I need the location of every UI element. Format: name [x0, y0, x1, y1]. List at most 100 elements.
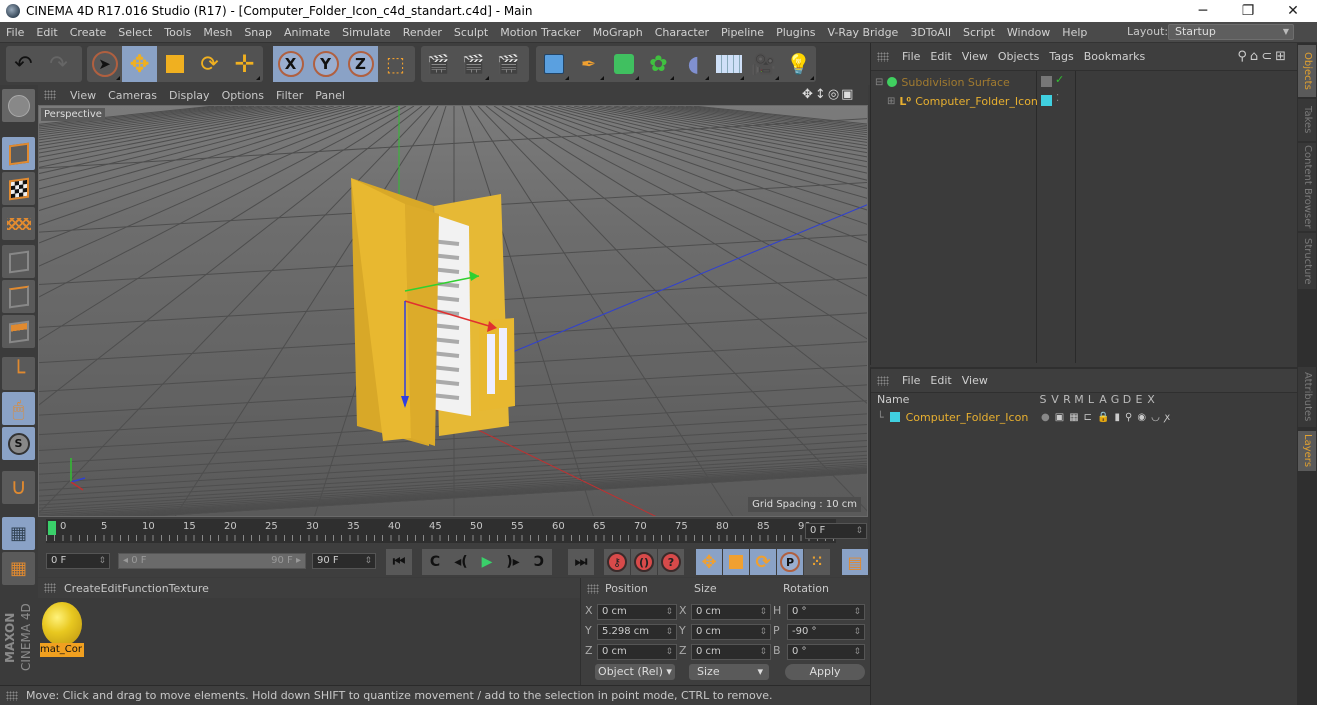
world-coord-icon[interactable]: ⬚: [378, 46, 413, 82]
key-param-icon[interactable]: P: [777, 549, 803, 575]
rotate-icon[interactable]: ⟳: [192, 46, 227, 82]
menu-script[interactable]: Script: [957, 26, 1001, 39]
select-arrow-icon[interactable]: ➤: [87, 46, 122, 82]
lock-flag-icon[interactable]: 🔒: [1097, 412, 1114, 423]
solo-flag-icon[interactable]: ●: [1041, 412, 1055, 423]
panel-grip-icon[interactable]: [44, 90, 56, 100]
layer-color-icon[interactable]: [1041, 95, 1052, 106]
layer-tag-icon[interactable]: [1041, 76, 1052, 87]
orbit-icon[interactable]: ◎: [828, 87, 841, 102]
tweak-mode-icon[interactable]: 🖱: [2, 392, 35, 425]
manager-flag-icon[interactable]: ⊏: [1084, 412, 1097, 423]
end-frame-field[interactable]: 90 F: [312, 553, 376, 569]
prev-frame-icon[interactable]: ◂(: [448, 549, 474, 575]
z-axis-icon[interactable]: Z: [343, 46, 378, 82]
apply-button[interactable]: Apply: [785, 664, 865, 680]
menu-help[interactable]: Help: [1056, 26, 1093, 39]
next-key-icon[interactable]: Ɔ: [526, 549, 552, 575]
restore-button[interactable]: ❐: [1225, 0, 1271, 22]
light-icon[interactable]: 💡: [781, 46, 816, 82]
menu-pipeline[interactable]: Pipeline: [715, 26, 770, 39]
texture-mode-icon[interactable]: [2, 172, 35, 205]
tab-content-browser[interactable]: Content Browser: [1298, 143, 1316, 231]
object-name[interactable]: Subdivision Surface: [901, 76, 1009, 89]
object-menu-view[interactable]: View: [957, 50, 993, 63]
maximize-icon[interactable]: ▣: [841, 87, 855, 102]
subdivision-icon[interactable]: [606, 46, 641, 82]
minimize-button[interactable]: ─: [1180, 0, 1226, 22]
key-rotation-icon[interactable]: ⟳: [750, 549, 776, 575]
viewport-menu-options[interactable]: Options: [216, 89, 270, 102]
cube-icon[interactable]: [536, 46, 571, 82]
link-icon[interactable]: ⊂: [1261, 49, 1275, 64]
deformer-flag-icon[interactable]: ◉: [1137, 412, 1151, 423]
search-icon[interactable]: ⚲: [1237, 49, 1250, 64]
position-y-field[interactable]: 5.298 cm: [597, 624, 677, 640]
render-settings-icon[interactable]: 🎬: [491, 46, 526, 82]
material-menu-function[interactable]: Function: [122, 582, 169, 595]
edges-mode-icon[interactable]: [2, 280, 35, 313]
undo-icon[interactable]: ↶: [6, 46, 41, 82]
layer-col-g[interactable]: G: [1109, 393, 1121, 407]
menu-tools[interactable]: Tools: [158, 26, 197, 39]
viewport-menu-view[interactable]: View: [64, 89, 102, 102]
object-menu-edit[interactable]: Edit: [925, 50, 956, 63]
coordinate-mode-dropdown[interactable]: Object (Rel) ▾: [595, 664, 675, 680]
rotation-p-field[interactable]: -90 °: [787, 624, 865, 640]
workplane-icon[interactable]: [2, 207, 35, 240]
object-menu-tags[interactable]: Tags: [1044, 50, 1078, 63]
layout-dropdown[interactable]: Startup: [1168, 24, 1294, 40]
layer-col-v[interactable]: V: [1049, 393, 1061, 407]
range-left-arrow-icon[interactable]: ◂: [123, 555, 131, 566]
workplane-cycle-icon[interactable]: ▦: [2, 552, 35, 585]
key-pla-icon[interactable]: ⁙: [804, 549, 830, 575]
perspective-viewport[interactable]: Perspective Grid Spacing : 10 cm: [38, 105, 868, 517]
view-flag-icon[interactable]: ▣: [1055, 412, 1069, 423]
size-mode-dropdown[interactable]: Size ▾: [689, 664, 769, 680]
menu-plugins[interactable]: Plugins: [770, 26, 821, 39]
position-x-field[interactable]: 0 cm: [597, 604, 677, 620]
frame-range-slider[interactable]: ◂ 0 F 90 F ▸: [118, 553, 306, 569]
new-window-icon[interactable]: ⊞: [1275, 49, 1289, 64]
menu-animate[interactable]: Animate: [278, 26, 336, 39]
menu-mograph[interactable]: MoGraph: [587, 26, 649, 39]
model-mode-icon[interactable]: [2, 89, 35, 122]
layer-col-e[interactable]: E: [1133, 393, 1145, 407]
key-scale-icon[interactable]: [723, 549, 749, 575]
scale-icon[interactable]: [157, 46, 192, 82]
points-mode-icon[interactable]: [2, 245, 35, 278]
layer-col-r[interactable]: R: [1061, 393, 1073, 407]
rotation-h-field[interactable]: 0 °: [787, 604, 865, 620]
layer-col-name[interactable]: Name: [871, 393, 1037, 407]
home-icon[interactable]: ⌂: [1250, 49, 1261, 64]
menu-v-ray-bridge[interactable]: V-Ray Bridge: [821, 26, 904, 39]
menu-edit[interactable]: Edit: [30, 26, 63, 39]
object-menu-objects[interactable]: Objects: [993, 50, 1045, 63]
collapse-icon[interactable]: ⊟: [875, 77, 883, 88]
layer-col-a[interactable]: A: [1097, 393, 1109, 407]
axis-mode-icon[interactable]: └: [2, 357, 35, 390]
keyframe-selection-icon[interactable]: ?: [658, 549, 684, 575]
camera-icon[interactable]: 🎥: [746, 46, 781, 82]
menu-render[interactable]: Render: [397, 26, 448, 39]
snap-magnet-icon[interactable]: ∪: [2, 471, 35, 504]
goto-start-icon[interactable]: ⏮: [386, 549, 412, 575]
panel-grip-icon[interactable]: [44, 583, 56, 593]
size-z-field[interactable]: 0 cm: [691, 644, 771, 660]
cloner-icon[interactable]: ✿: [641, 46, 676, 82]
expand-icon[interactable]: ⊞: [887, 96, 895, 107]
tab-structure[interactable]: Structure: [1298, 233, 1316, 289]
object-row-subdivision[interactable]: ⊟ Subdivision Surface: [875, 73, 1010, 91]
size-y-field[interactable]: 0 cm: [691, 624, 771, 640]
object-menu-file[interactable]: File: [897, 50, 925, 63]
position-z-field[interactable]: 0 cm: [597, 644, 677, 660]
layer-col-s[interactable]: S: [1037, 393, 1049, 407]
material-menu-texture[interactable]: Texture: [169, 582, 209, 595]
key-position-icon[interactable]: ✥: [696, 549, 722, 575]
layer-row[interactable]: └ Computer_Folder_Icon: [877, 409, 1028, 425]
layer-color-swatch[interactable]: [889, 412, 900, 422]
redo-icon[interactable]: ↷: [41, 46, 76, 82]
deformer-icon[interactable]: ◖: [676, 46, 711, 82]
layer-col-d[interactable]: D: [1121, 393, 1133, 407]
menu-motion-tracker[interactable]: Motion Tracker: [494, 26, 586, 39]
